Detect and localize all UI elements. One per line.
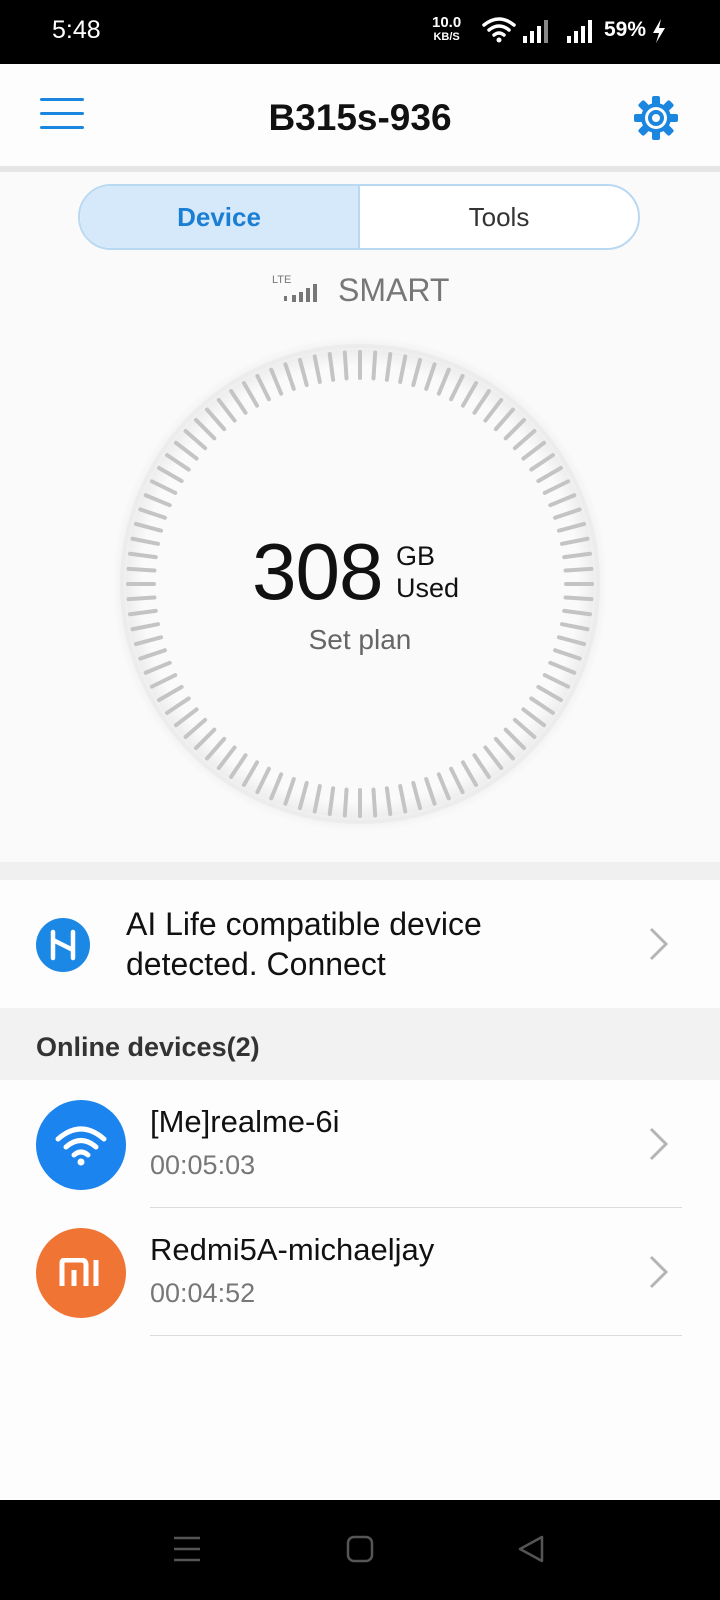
list-item-device[interactable]: Redmi5A-michaeljay 00:04:52 (0, 1208, 720, 1336)
usage-value: 308 (252, 527, 383, 616)
device-name: [Me]realme-6i (150, 1104, 340, 1139)
device-duration: 00:05:03 (150, 1150, 256, 1180)
mi-logo-icon (36, 1228, 126, 1318)
section-spacer (0, 862, 720, 880)
header-divider (0, 166, 720, 172)
tab-tools[interactable]: Tools (360, 186, 638, 248)
signal-bars-icon (284, 284, 317, 302)
online-devices-header: Online devices(2) (0, 1008, 720, 1080)
wifi-status-icon (482, 17, 516, 43)
list-item-device[interactable]: [Me]realme-6i 00:05:03 (0, 1080, 720, 1208)
device-list: [Me]realme-6i 00:05:03 Redmi5A-michaelja… (0, 1080, 720, 1500)
carrier-name: SMART (338, 271, 450, 308)
usage-unit: GB Used (396, 540, 459, 604)
wifi-icon (36, 1100, 126, 1190)
cell-signal-icon (567, 20, 592, 43)
network-status: LTE SMART (270, 272, 449, 308)
system-nav-bar (0, 1500, 720, 1600)
settings-gear-icon[interactable] (632, 94, 680, 142)
row-divider (150, 1335, 682, 1336)
back-icon[interactable] (516, 1534, 546, 1564)
network-speed-unit: KB/S (433, 31, 460, 43)
device-name: Redmi5A-michaeljay (150, 1232, 435, 1267)
ai-life-banner[interactable]: AI Life compatible device detected. Conn… (0, 880, 720, 1008)
status-time: 5:48 (52, 16, 101, 44)
device-duration: 00:04:52 (150, 1278, 256, 1308)
recents-menu-icon[interactable] (172, 1534, 202, 1564)
charging-icon (653, 19, 665, 43)
online-devices-title: Online devices(2) (36, 1032, 260, 1062)
view-tabs: Device Tools (78, 184, 640, 250)
battery-percent: 59% (604, 18, 647, 41)
page-title: B315s-936 (268, 97, 452, 138)
set-plan-link[interactable]: Set plan (110, 624, 610, 656)
network-speed: 10.0 KB/S (432, 14, 462, 44)
chevron-right-icon (649, 1127, 669, 1161)
home-icon[interactable] (345, 1534, 375, 1564)
usage-unit-used: Used (396, 573, 460, 603)
lte-signal-icon: LTE (270, 272, 330, 308)
tab-device[interactable]: Device (80, 186, 360, 248)
chevron-right-icon (649, 1255, 669, 1289)
usage-unit-gb: GB (396, 541, 436, 571)
status-bar: 5:48 10.0 KB/S 59% (0, 0, 720, 64)
cell-signal-icon (523, 20, 548, 43)
usage-display: 308 GB Used Set plan (110, 334, 610, 834)
app-header: B315s-936 (0, 64, 720, 166)
ai-life-icon (36, 918, 90, 972)
ai-life-message: AI Life compatible device detected. Conn… (126, 906, 482, 982)
network-speed-value: 10.0 (432, 14, 462, 31)
chevron-right-icon (649, 927, 669, 961)
